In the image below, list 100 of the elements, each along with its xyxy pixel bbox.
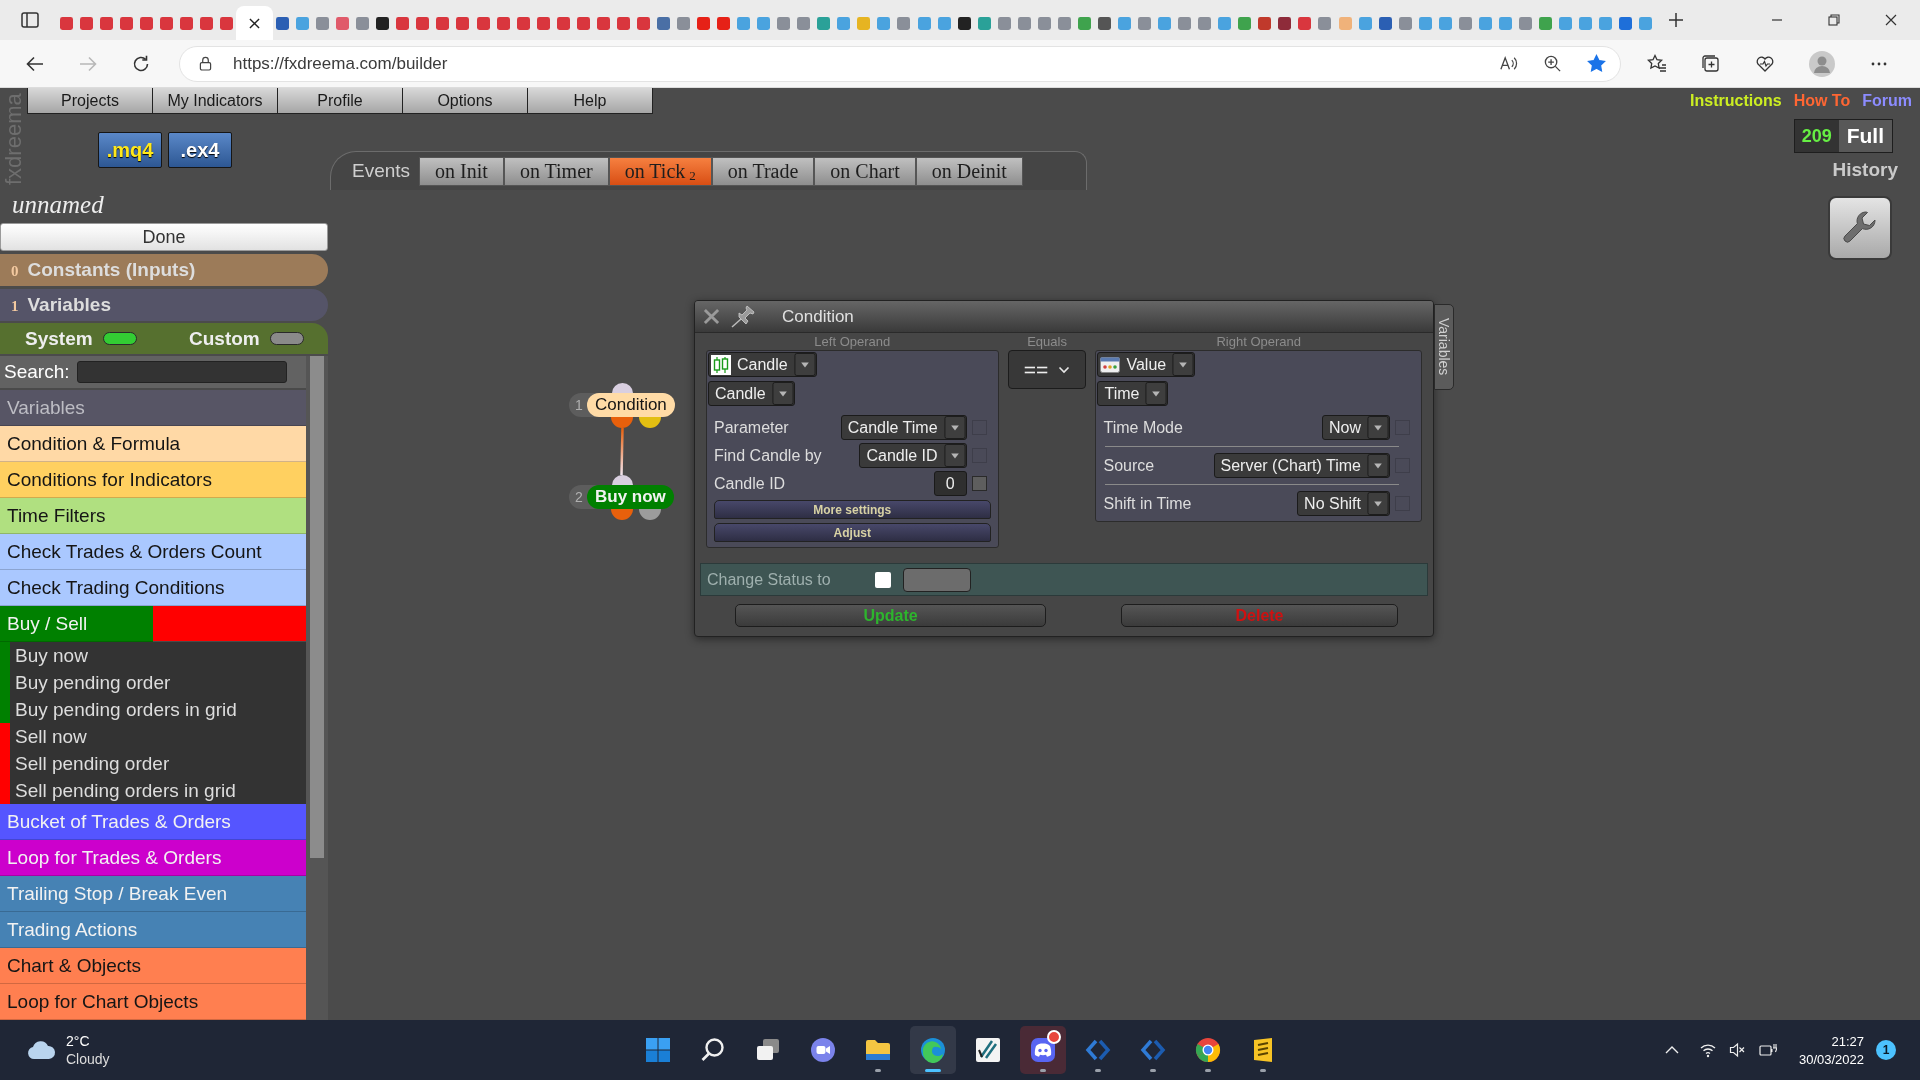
search-field[interactable]	[77, 361, 288, 383]
taskbar-button[interactable]	[909, 1026, 956, 1074]
export-button[interactable]: .ex4	[168, 132, 232, 168]
flow-node[interactable]: Condition	[587, 393, 675, 417]
input-port-icon[interactable]	[612, 475, 633, 485]
edge-browser-icon	[919, 1037, 946, 1063]
dropdown[interactable]: Candle ID	[859, 443, 967, 468]
number-field[interactable]: 0	[933, 471, 967, 496]
caret-icon	[771, 382, 794, 405]
section-header[interactable]: 1 Variables	[0, 289, 328, 321]
menu-item[interactable]: My Indicators	[152, 88, 278, 114]
block-category[interactable]: Variables	[0, 390, 306, 426]
caret-icon	[943, 416, 966, 439]
favorites-icon[interactable]	[1647, 53, 1667, 74]
block-item[interactable]: Buy pending order	[0, 669, 306, 696]
block-category[interactable]: Time Filters	[0, 498, 306, 534]
dropdown[interactable]: Value	[1097, 352, 1196, 377]
block-item[interactable]: Sell pending orders in grid	[0, 777, 306, 804]
restore-icon[interactable]	[1828, 14, 1840, 26]
refresh-icon[interactable]	[131, 53, 151, 74]
export-button[interactable]: .mq4	[98, 132, 162, 168]
speaker-icon[interactable]	[1728, 1042, 1745, 1058]
flow-node[interactable]: Buy now	[587, 485, 674, 509]
checkbox[interactable]	[875, 571, 891, 588]
tab-actions-icon[interactable]	[20, 10, 40, 30]
block-item[interactable]: Sell pending order	[0, 750, 306, 777]
dropdown[interactable]: Candle	[708, 381, 795, 406]
block-category[interactable]: Chart & Objects	[0, 948, 306, 984]
notification-badge[interactable]: 1	[1876, 1040, 1896, 1060]
menu-item[interactable]: Help	[527, 88, 653, 114]
weather-temperature[interactable]: 2°C	[66, 1033, 110, 1049]
operator-select[interactable]: ==	[1007, 350, 1087, 389]
scroll-thumb[interactable]	[310, 356, 324, 858]
input-port-icon[interactable]	[612, 383, 633, 393]
zoom-in-icon[interactable]	[1543, 54, 1562, 73]
side-tab[interactable]: Variables	[1434, 304, 1454, 390]
block-item[interactable]: Sell now	[0, 723, 306, 750]
dialog-title: Condition	[782, 306, 854, 327]
top-link[interactable]: Instructions	[1690, 92, 1782, 110]
address-bar[interactable]: https://fxdreema.com/builder	[179, 45, 1621, 82]
block-category[interactable]: Conditions for Indicators	[0, 462, 306, 498]
battery-icon[interactable]	[1758, 1042, 1777, 1058]
block-category[interactable]: Check Trading Conditions	[0, 570, 306, 606]
output-port-icon[interactable]	[611, 417, 633, 428]
clock-time[interactable]: 21:27	[1831, 1033, 1864, 1049]
settings-button[interactable]: Adjust	[714, 523, 991, 542]
star-icon[interactable]	[1587, 54, 1606, 73]
taskbar-button[interactable]	[1019, 1026, 1066, 1074]
toggle-switch[interactable]	[269, 332, 304, 345]
collections-icon[interactable]	[1701, 53, 1721, 74]
menu-item[interactable]: Options	[402, 88, 528, 114]
dropdown[interactable]: Candle Time	[840, 415, 967, 440]
avatar-icon[interactable]	[1809, 50, 1835, 77]
field-label: Time Mode	[1103, 418, 1184, 437]
event-tab[interactable]: on Trade	[711, 156, 815, 186]
history-link[interactable]: History	[1832, 159, 1898, 181]
menu-item[interactable]: Projects	[27, 88, 153, 114]
caret-icon	[1367, 416, 1389, 439]
close-icon[interactable]	[1885, 14, 1897, 26]
search-label: Search:	[4, 361, 70, 383]
close-icon[interactable]	[248, 17, 260, 29]
cloud-icon[interactable]	[26, 1040, 56, 1060]
output-port-icon[interactable]	[639, 417, 661, 428]
block-category[interactable]: Buy / Sell	[0, 606, 153, 642]
task-view-icon	[754, 1037, 781, 1063]
output-port-icon[interactable]	[611, 509, 633, 520]
status-field[interactable]	[903, 567, 971, 592]
event-tab[interactable]: on Deinit	[915, 156, 1023, 186]
block-category[interactable]: Trading Actions	[0, 912, 306, 948]
block-category[interactable]: Loop for Chart Objects	[0, 984, 306, 1020]
weather-condition[interactable]: Cloudy	[66, 1051, 110, 1067]
block-category[interactable]: Loop for Trades & Orders	[0, 840, 306, 876]
block-category[interactable]: Check Trades & Orders Count	[0, 534, 306, 570]
dropdown[interactable]: Candle	[708, 352, 817, 377]
clock-date[interactable]: 30/03/2022	[1798, 1051, 1864, 1067]
dropdown[interactable]: Now	[1322, 415, 1390, 440]
url-text[interactable]: https://fxdreema.com/builder	[233, 53, 448, 74]
output-port-icon[interactable]	[639, 509, 661, 520]
menu-item[interactable]: Profile	[277, 88, 403, 114]
block-category[interactable]: Condition & Formula	[0, 426, 306, 462]
done-button[interactable]: Done	[0, 223, 328, 251]
dropdown[interactable]: Server (Chart) Time	[1213, 453, 1390, 478]
toggle-switch[interactable]	[102, 332, 137, 345]
event-tab[interactable]: on Chart	[814, 156, 916, 186]
block-item[interactable]: Buy now	[0, 642, 306, 669]
settings-button[interactable]: More settings	[714, 500, 991, 519]
block-category[interactable]: Bucket of Trades & Orders	[0, 804, 306, 840]
operand-label: Right Operand	[1215, 333, 1302, 350]
dropdown[interactable]: Time	[1097, 381, 1169, 406]
event-tab[interactable]: on Timer	[503, 156, 609, 186]
dropdown[interactable]: No Shift	[1297, 491, 1390, 516]
checkbox[interactable]	[971, 476, 987, 491]
event-tab[interactable]: on Init	[419, 156, 504, 186]
tools-button[interactable]	[1828, 196, 1892, 260]
block-category[interactable]: Trailing Stop / Break Even	[0, 876, 306, 912]
field-label: Shift in Time	[1103, 494, 1193, 513]
block-item[interactable]: Buy pending orders in grid	[0, 696, 306, 723]
plus-icon[interactable]	[1668, 12, 1684, 28]
scrollbar[interactable]	[306, 356, 328, 1020]
wifi-icon[interactable]	[1699, 1042, 1716, 1058]
